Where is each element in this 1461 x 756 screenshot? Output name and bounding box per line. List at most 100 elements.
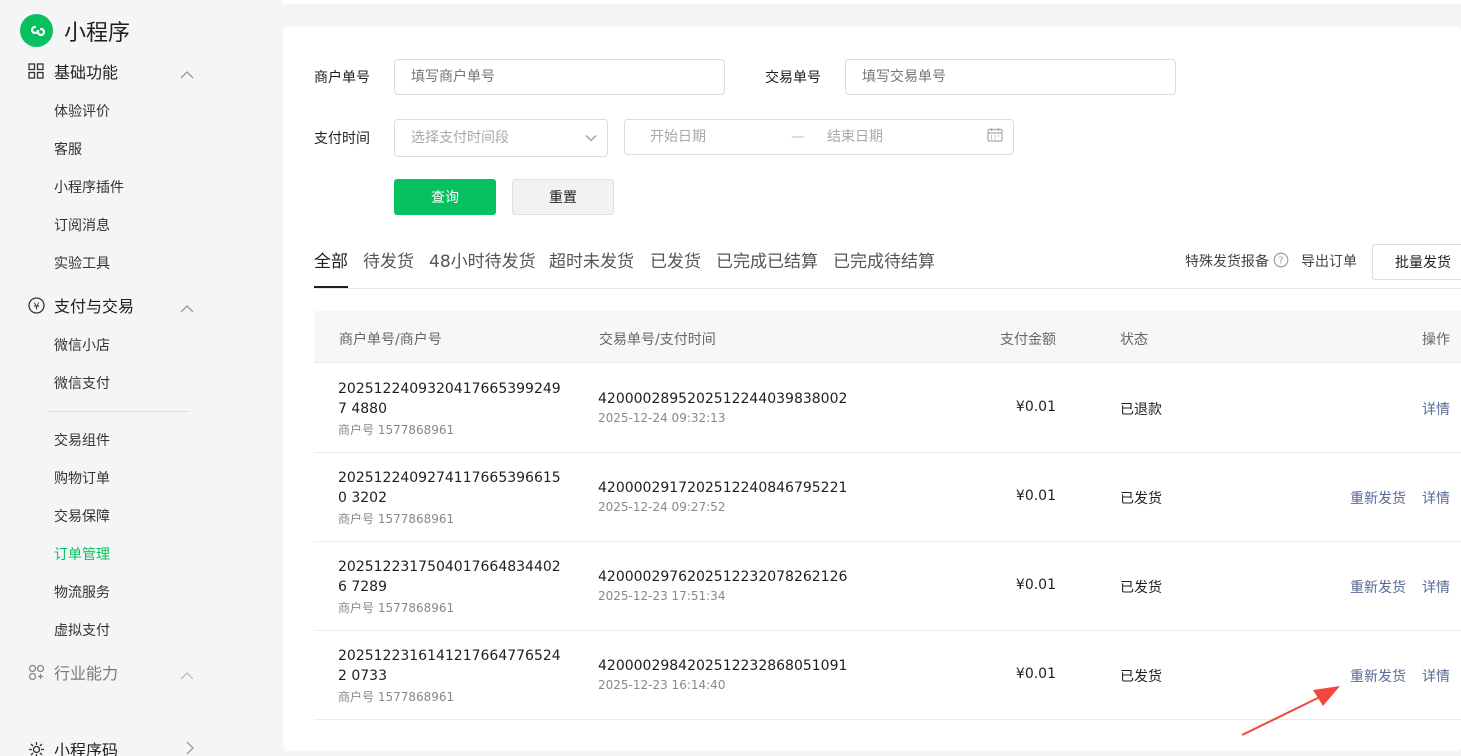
merchant-no: 商户号 1577868961 bbox=[338, 601, 455, 615]
brand-title: 小程序 bbox=[64, 20, 131, 46]
sidebar-section-label: 基础功能 bbox=[54, 63, 119, 82]
tab-all[interactable]: 全部 bbox=[314, 247, 348, 272]
pay-time: 2025-12-24 09:27:52 bbox=[598, 500, 726, 514]
trade-no: 4200002895202512244039838002 bbox=[598, 391, 848, 407]
miniprogram-logo-icon bbox=[20, 14, 53, 47]
table-row: 20251224093204176653992497 4880 商户号 1577… bbox=[314, 364, 1461, 453]
batch-ship-button[interactable]: 批量发货 bbox=[1372, 244, 1461, 280]
trade-no: 4200002917202512240846795221 bbox=[598, 480, 848, 496]
chevron-up-icon bbox=[180, 665, 194, 684]
merchant-order-label: 商户单号 bbox=[314, 70, 370, 86]
special-report-link[interactable]: 特殊发货报备 bbox=[1185, 251, 1269, 271]
merchant-order-no: 20251224093204176653992497 4880 bbox=[338, 381, 561, 417]
order-status: 已退款 bbox=[1120, 402, 1162, 418]
code-icon bbox=[27, 740, 45, 756]
pay-amount: ¥0.01 bbox=[1015, 399, 1056, 415]
trade-no-label: 交易单号 bbox=[765, 70, 821, 86]
merchant-order-no: 20251223161412176647765242 0733 bbox=[338, 648, 561, 684]
yen-icon: ¥ bbox=[27, 296, 45, 314]
top-bar bbox=[283, 0, 1461, 4]
calendar-icon bbox=[987, 121, 1003, 155]
merchant-no: 商户号 1577868961 bbox=[338, 423, 455, 437]
th-merchant-order: 商户单号/商户号 bbox=[339, 332, 442, 348]
tab-completed-settled[interactable]: 已完成已结算 bbox=[716, 247, 818, 272]
sidebar-section-label: 支付与交易 bbox=[54, 297, 135, 316]
date-range-picker[interactable]: 开始日期 — 结束日期 bbox=[624, 119, 1014, 155]
sidebar-item-experience-review[interactable]: 体验评价 bbox=[54, 102, 110, 122]
tab-completed-pending-settle[interactable]: 已完成待结算 bbox=[833, 247, 935, 272]
reset-button[interactable]: 重置 bbox=[512, 179, 614, 215]
th-trade-no: 交易单号/支付时间 bbox=[599, 332, 716, 348]
query-button[interactable]: 查询 bbox=[394, 179, 496, 215]
svg-text:?: ? bbox=[1278, 256, 1283, 267]
merchant-order-no: 20251223175040176648344026 7289 bbox=[338, 559, 561, 595]
tab-48h-pending[interactable]: 48小时待发货 bbox=[429, 247, 536, 272]
sidebar-section-basic[interactable]: 基础功能 bbox=[27, 58, 197, 84]
trade-no-input[interactable] bbox=[845, 59, 1176, 95]
industry-icon bbox=[27, 663, 45, 681]
export-orders-link[interactable]: 导出订单 bbox=[1301, 251, 1357, 271]
tab-overdue-unshipped[interactable]: 超时未发货 bbox=[549, 247, 634, 272]
sidebar-item-wechat-pay[interactable]: 微信支付 bbox=[54, 374, 110, 394]
range-separator: — bbox=[791, 129, 805, 145]
order-status: 已发货 bbox=[1120, 669, 1162, 685]
annotation-arrow-icon bbox=[1241, 686, 1340, 736]
sidebar-item-lab-tools[interactable]: 实验工具 bbox=[54, 254, 110, 274]
sidebar: 小程序 基础功能 体验评价 客服 小程序插件 订阅消息 实验工具 ¥ 支付与交易… bbox=[0, 0, 226, 756]
sidebar-section-qrcode[interactable]: 小程序码 bbox=[27, 736, 197, 756]
help-icon[interactable]: ? bbox=[1273, 252, 1289, 272]
order-status: 已发货 bbox=[1120, 580, 1162, 596]
merchant-order-no: 20251224092741176653966150 3202 bbox=[338, 470, 561, 506]
table-row: 20251223175040176648344026 7289 商户号 1577… bbox=[314, 542, 1461, 631]
sidebar-item-order-management[interactable]: 订单管理 bbox=[54, 545, 110, 565]
detail-link[interactable]: 详情 bbox=[1422, 666, 1450, 686]
trade-no: 4200002984202512232868051091 bbox=[598, 658, 848, 674]
sidebar-item-logistics[interactable]: 物流服务 bbox=[54, 583, 110, 603]
pay-time-select[interactable]: 选择支付时间段 bbox=[394, 119, 608, 157]
chevron-right-icon bbox=[185, 740, 194, 756]
tab-shipped[interactable]: 已发货 bbox=[650, 247, 701, 272]
tab-pending-shipment[interactable]: 待发货 bbox=[363, 247, 414, 272]
pay-time-select-value: 选择支付时间段 bbox=[411, 130, 509, 146]
reship-link[interactable]: 重新发货 bbox=[1350, 488, 1406, 508]
pay-time: 2025-12-23 16:14:40 bbox=[598, 678, 726, 692]
merchant-no: 商户号 1577868961 bbox=[338, 512, 455, 526]
th-actions: 操作 bbox=[1422, 332, 1450, 348]
tabs-divider bbox=[314, 288, 1461, 289]
sidebar-divider bbox=[48, 411, 188, 412]
sidebar-item-shopping-orders[interactable]: 购物订单 bbox=[54, 469, 110, 489]
sidebar-item-virtual-pay[interactable]: 虚拟支付 bbox=[54, 621, 110, 641]
sidebar-section-industry[interactable]: 行业能力 bbox=[27, 659, 197, 685]
sidebar-item-customer-service[interactable]: 客服 bbox=[54, 140, 82, 160]
start-date-input[interactable]: 开始日期 bbox=[650, 120, 706, 154]
merchant-no: 商户号 1577868961 bbox=[338, 690, 455, 704]
sidebar-section-payment[interactable]: ¥ 支付与交易 bbox=[27, 292, 197, 318]
sidebar-item-trade-component[interactable]: 交易组件 bbox=[54, 431, 110, 451]
svg-text:¥: ¥ bbox=[33, 301, 39, 312]
reship-link[interactable]: 重新发货 bbox=[1350, 577, 1406, 597]
sidebar-item-trade-guarantee[interactable]: 交易保障 bbox=[54, 507, 110, 527]
chevron-up-icon bbox=[180, 64, 194, 83]
pay-time: 2025-12-23 17:51:34 bbox=[598, 589, 726, 603]
order-status: 已发货 bbox=[1120, 491, 1162, 507]
trade-no: 4200002976202512232078262126 bbox=[598, 569, 848, 585]
pay-time-label: 支付时间 bbox=[314, 131, 370, 147]
sidebar-item-subscribe-messages[interactable]: 订阅消息 bbox=[54, 216, 110, 236]
table-row: 20251224092741176653966150 3202 商户号 1577… bbox=[314, 453, 1461, 542]
table-header: 商户单号/商户号 交易单号/支付时间 支付金额 状态 操作 bbox=[314, 311, 1461, 363]
pay-amount: ¥0.01 bbox=[1015, 666, 1056, 682]
chevron-up-icon bbox=[180, 298, 194, 317]
end-date-input[interactable]: 结束日期 bbox=[827, 120, 883, 154]
pay-time: 2025-12-24 09:32:13 bbox=[598, 411, 726, 425]
sidebar-item-wechat-shop[interactable]: 微信小店 bbox=[54, 336, 110, 356]
brand[interactable]: 小程序 bbox=[20, 14, 130, 47]
detail-link[interactable]: 详情 bbox=[1422, 577, 1450, 597]
chevron-down-icon bbox=[585, 120, 597, 156]
detail-link[interactable]: 详情 bbox=[1422, 488, 1450, 508]
pay-amount: ¥0.01 bbox=[1015, 488, 1056, 504]
grid-icon bbox=[27, 62, 45, 80]
detail-link[interactable]: 详情 bbox=[1422, 399, 1450, 419]
merchant-order-input[interactable] bbox=[394, 59, 725, 95]
reship-link[interactable]: 重新发货 bbox=[1350, 666, 1406, 686]
sidebar-item-plugins[interactable]: 小程序插件 bbox=[54, 178, 124, 198]
